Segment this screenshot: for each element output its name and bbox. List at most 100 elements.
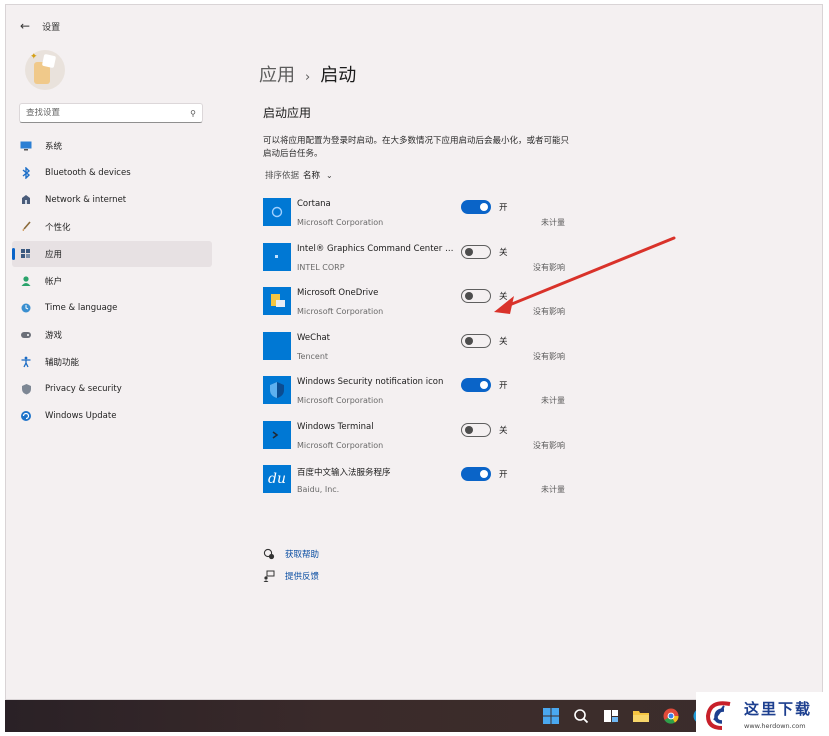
app-name: WeChat	[297, 332, 330, 343]
search-icon[interactable]	[571, 706, 591, 726]
toggle-state: 关	[499, 425, 508, 436]
window-title: 设置	[42, 22, 61, 33]
app-name: Windows Terminal	[297, 421, 374, 432]
startup-impact: 没有影响	[533, 351, 565, 361]
windows-security-icon	[263, 376, 291, 404]
breadcrumb-separator: ›	[305, 70, 311, 85]
sidebar-item-bluetooth[interactable]: Bluetooth & devices	[12, 160, 212, 186]
feedback-icon	[263, 570, 275, 582]
settings-window: ← 设置 ✦ ⚲ 系统 Bluetooth & devices Network …	[5, 4, 823, 700]
gamepad-icon	[20, 329, 32, 341]
start-icon[interactable]	[541, 706, 561, 726]
globe-clock-icon	[20, 302, 32, 314]
startup-impact: 没有影响	[533, 262, 565, 272]
sidebar-nav: 系统 Bluetooth & devices Network & interne…	[12, 133, 212, 430]
sort-dropdown[interactable]: 排序依据 名称 ⌄	[265, 169, 333, 182]
bluetooth-icon	[20, 167, 32, 179]
sidebar-item-label: Time & language	[45, 303, 118, 313]
app-toggle[interactable]	[461, 333, 491, 348]
sidebar-item-label: 系统	[45, 142, 63, 152]
toggle-state: 关	[499, 336, 508, 347]
app-publisher: Microsoft Corporation	[297, 218, 384, 227]
app-publisher: Microsoft Corporation	[297, 396, 384, 405]
sidebar-item-label: 辅助功能	[45, 358, 80, 368]
app-toggle[interactable]	[461, 467, 491, 481]
file-explorer-icon[interactable]	[631, 706, 651, 726]
sort-value: 名称	[303, 171, 321, 181]
sidebar-item-privacy[interactable]: Privacy & security	[12, 376, 212, 402]
toggle-state: 开	[499, 203, 508, 213]
sidebar-item-accounts[interactable]: 帐户	[12, 268, 212, 294]
app-publisher: Tencent	[297, 351, 329, 361]
app-row: Windows Security notification icon Micro…	[263, 373, 573, 418]
network-icon	[20, 194, 32, 206]
app-toggle[interactable]	[461, 200, 491, 214]
breadcrumb-parent[interactable]: 应用	[259, 61, 295, 87]
sidebar-item-label: 游戏	[45, 331, 63, 341]
site-watermark: 这里下载 www.herdown.com	[696, 692, 829, 736]
sidebar-item-accessibility[interactable]: 辅助功能	[12, 349, 212, 375]
watermark-url: www.herdown.com	[744, 722, 806, 730]
sidebar-item-label: 帐户	[45, 277, 63, 287]
toggle-state: 开	[499, 381, 508, 391]
app-name: Windows Security notification icon	[297, 377, 444, 387]
watermark-text: 这里下载	[744, 700, 813, 718]
avatar[interactable]: ✦	[25, 50, 65, 90]
search-input[interactable]	[26, 108, 191, 118]
toggle-state: 开	[499, 470, 508, 480]
shield-icon	[20, 383, 32, 395]
sidebar-item-label: 个性化	[45, 223, 71, 233]
sidebar-item-label: 应用	[45, 250, 63, 260]
update-icon	[20, 410, 32, 422]
task-view-icon[interactable]	[601, 706, 621, 726]
app-toggle[interactable]	[461, 289, 491, 303]
startup-app-list: Cortana Microsoft Corporation 开 未计量 Inte…	[263, 195, 573, 507]
title-bar: ← 设置	[20, 17, 60, 35]
app-name: Cortana	[297, 199, 331, 209]
help-links: 获取帮助 提供反馈	[263, 543, 319, 587]
breadcrumb: 应用 › 启动	[259, 61, 356, 87]
search-icon[interactable]: ⚲	[190, 109, 196, 118]
monitor-icon	[20, 140, 32, 152]
app-row: Intel® Graphics Command Center S... INTE…	[263, 240, 573, 285]
give-feedback-link[interactable]: 提供反馈	[263, 565, 319, 587]
sidebar-item-label: Privacy & security	[45, 384, 122, 394]
startup-impact: 没有影响	[533, 440, 565, 450]
sidebar-item-windows-update[interactable]: Windows Update	[12, 403, 212, 429]
section-description: 可以将应用配置为登录时启动。在大多数情况下应用启动后会最小化，或者可能只启动后台…	[263, 136, 570, 159]
onedrive-icon	[263, 287, 291, 315]
sidebar-item-apps[interactable]: 应用	[12, 241, 212, 267]
back-arrow-icon[interactable]: ←	[20, 19, 30, 33]
link-label: 提供反馈	[285, 572, 320, 582]
help-icon	[263, 548, 275, 560]
sidebar-item-gaming[interactable]: 游戏	[12, 322, 212, 348]
sidebar-item-label: Network & internet	[45, 195, 127, 205]
app-row: WeChat Tencent 关 没有影响	[263, 329, 573, 374]
accessibility-icon	[20, 356, 32, 368]
startup-impact: 未计量	[541, 485, 565, 494]
search-box[interactable]: ⚲	[19, 103, 203, 123]
brush-icon	[20, 221, 32, 233]
sidebar-item-personalization[interactable]: 个性化	[12, 214, 212, 240]
person-icon	[20, 275, 32, 287]
app-name: Intel® Graphics Command Center S...	[297, 243, 457, 254]
app-row: Windows Terminal Microsoft Corporation 关…	[263, 418, 573, 463]
app-publisher: Microsoft Corporation	[297, 307, 384, 316]
sort-label: 排序依据	[265, 171, 300, 181]
startup-impact: 没有影响	[533, 307, 565, 316]
app-toggle[interactable]	[461, 378, 491, 392]
get-help-link[interactable]: 获取帮助	[263, 543, 319, 565]
app-toggle[interactable]	[461, 422, 491, 437]
baidu-ime-icon: du	[263, 465, 291, 493]
sidebar-item-system[interactable]: 系统	[12, 133, 212, 159]
app-name: 百度中文输入法服务程序	[297, 468, 391, 478]
app-name: Microsoft OneDrive	[297, 288, 379, 298]
app-row: Cortana Microsoft Corporation 开 未计量	[263, 195, 573, 240]
sidebar-item-network[interactable]: Network & internet	[12, 187, 212, 213]
chevron-down-icon: ⌄	[326, 170, 333, 180]
sidebar-item-label: Bluetooth & devices	[45, 168, 131, 178]
app-toggle[interactable]	[461, 244, 491, 259]
apps-icon	[20, 248, 32, 260]
chrome-icon[interactable]	[661, 706, 681, 726]
sidebar-item-time-language[interactable]: Time & language	[12, 295, 212, 321]
